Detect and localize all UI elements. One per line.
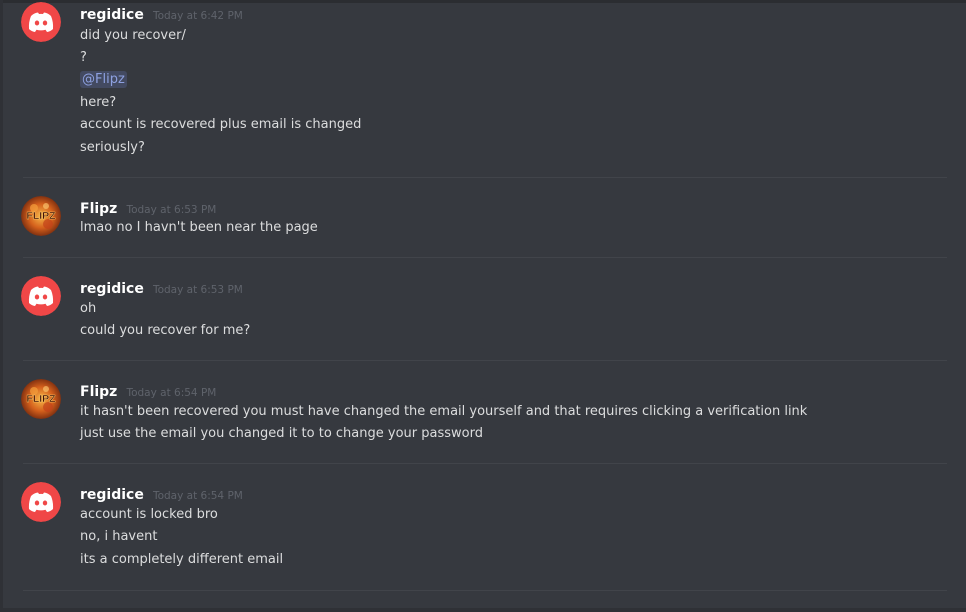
message-line: @Flipz <box>80 71 127 89</box>
message-divider <box>23 177 947 178</box>
message-line: did you recover/ <box>80 28 186 43</box>
message-line: seriously? <box>80 140 145 155</box>
message-divider <box>23 463 947 464</box>
message-divider <box>23 360 947 361</box>
message-divider <box>23 257 947 258</box>
message-header: regidice Today at 6:54 PM <box>80 484 243 503</box>
message-line: no, i havent <box>80 529 158 544</box>
message-line: account is recovered plus email is chang… <box>80 117 362 132</box>
message-line: could you recover for me? <box>80 323 251 338</box>
message-line: oh <box>80 301 97 316</box>
message-line: lmao no I havn't been near the page <box>80 220 318 235</box>
timestamp[interactable]: Today at 6:54 PM <box>153 490 243 502</box>
flipz-avatar-icon[interactable]: FLIPZ <box>21 379 61 419</box>
message-line: its a completely different email <box>80 552 284 567</box>
message-line: it hasn't been recovered you must have c… <box>80 404 808 419</box>
message-line: here? <box>80 95 117 110</box>
message-header: regidice Today at 6:53 PM <box>80 278 243 297</box>
discord-logo-icon[interactable] <box>21 276 61 316</box>
message-header: Flipz Today at 6:53 PM <box>80 198 216 217</box>
left-border <box>0 0 3 612</box>
username[interactable]: regidice <box>80 487 144 503</box>
avatar-text: FLIPZ <box>26 393 56 405</box>
user-mention[interactable]: @Flipz <box>80 71 127 88</box>
username[interactable]: Flipz <box>80 201 117 217</box>
discord-logo-icon[interactable] <box>21 2 61 42</box>
avatar-text: FLIPZ <box>26 210 56 222</box>
timestamp[interactable]: Today at 6:42 PM <box>153 10 243 22</box>
discord-logo-icon[interactable] <box>21 482 61 522</box>
top-border <box>0 0 966 3</box>
message-line: just use the email you changed it to to … <box>80 426 483 441</box>
message-header: Flipz Today at 6:54 PM <box>80 381 216 400</box>
message-line: ? <box>80 50 87 65</box>
message-line: account is locked bro <box>80 507 218 522</box>
bottom-border <box>0 608 966 612</box>
message-divider <box>23 590 947 591</box>
flipz-avatar-icon[interactable]: FLIPZ <box>21 196 61 236</box>
username[interactable]: regidice <box>80 7 144 23</box>
message-header: regidice Today at 6:42 PM <box>80 4 243 23</box>
username[interactable]: regidice <box>80 281 144 297</box>
chat-window: regidice Today at 6:42 PM did you recove… <box>0 0 966 612</box>
username[interactable]: Flipz <box>80 384 117 400</box>
timestamp[interactable]: Today at 6:54 PM <box>126 387 216 399</box>
timestamp[interactable]: Today at 6:53 PM <box>126 204 216 216</box>
timestamp[interactable]: Today at 6:53 PM <box>153 284 243 296</box>
